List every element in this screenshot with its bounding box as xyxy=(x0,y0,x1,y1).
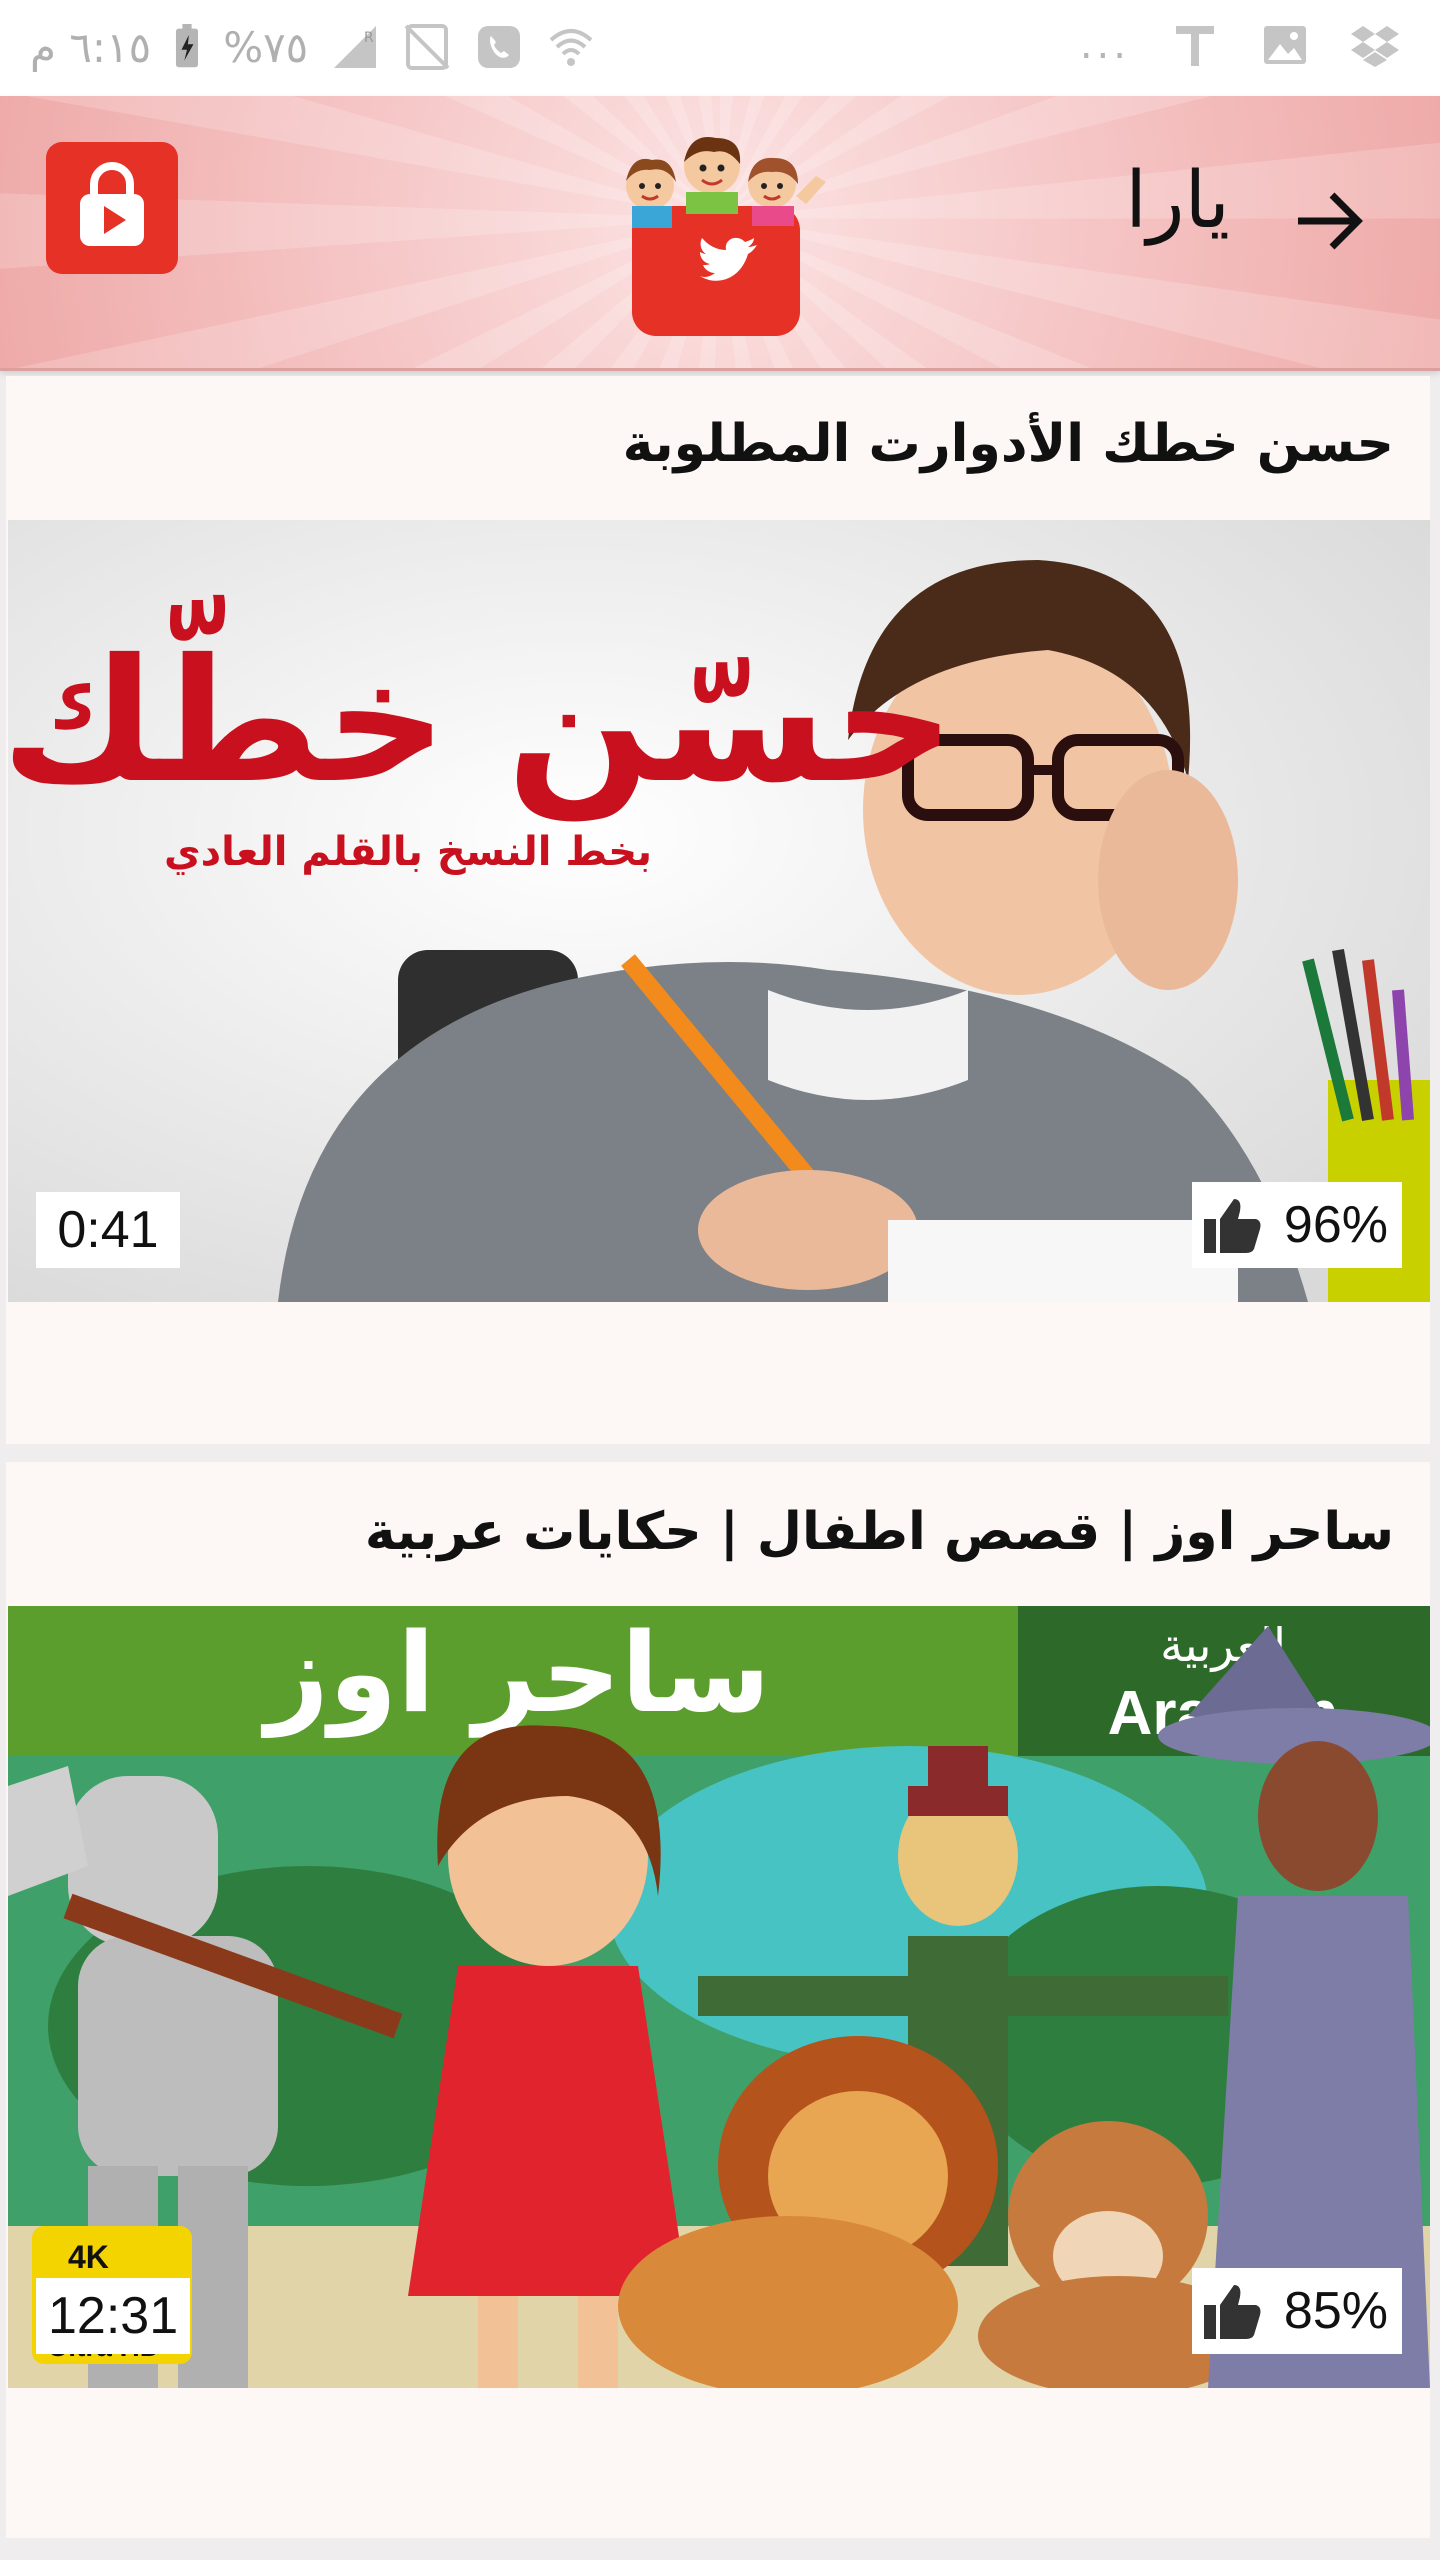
image-icon xyxy=(1264,26,1306,64)
rating-value: 96% xyxy=(1283,1196,1388,1254)
thumbnail-heading: حسّن خطّك xyxy=(8,595,955,822)
status-right: ... xyxy=(1080,20,1400,70)
video-rating: 96% xyxy=(1191,1182,1402,1268)
video-duration: 0:41 xyxy=(36,1192,180,1268)
no-sim-icon xyxy=(404,24,450,70)
video-title[interactable]: حسن خطك الأدوارت المطلوبة xyxy=(623,414,1394,474)
video-card[interactable]: حسن خطك الأدوارت المطلوبة حسّن خطّك بخط … xyxy=(6,376,1430,1444)
dropbox-icon xyxy=(1351,26,1399,67)
video-duration: 12:31 xyxy=(36,2278,191,2354)
video-rating: 85% xyxy=(1191,2268,1402,2354)
thumbnail-subheading: بخط النسخ بالقلم العادي xyxy=(164,829,652,875)
battery-percent: %٧٥ xyxy=(223,22,309,72)
back-button[interactable] xyxy=(1275,166,1385,276)
locked-play-button[interactable] xyxy=(46,142,178,274)
video-thumbnail[interactable]: ساحر اوز العربية Arabian xyxy=(8,1606,1430,2388)
thumbnail-heading: ساحر اوز xyxy=(261,1609,771,1738)
whatsapp-icon xyxy=(478,26,521,68)
video-card[interactable]: ساحر اوز | قصص اطفال | حكايات عربية ساحر… xyxy=(6,1462,1430,2538)
locked-play-icon xyxy=(80,162,144,246)
clock: ٦:١٥ م xyxy=(30,22,152,72)
video-thumbnail[interactable]: حسّن خطّك بخط النسخ بالقلم العادي 0:41 9… xyxy=(8,520,1430,1302)
page-title: يارا xyxy=(1125,156,1230,246)
text-icon xyxy=(1176,26,1214,66)
battery-charging-icon xyxy=(176,24,199,68)
status-left: ٦:١٥ م %٧٥ R xyxy=(30,22,596,72)
app-bar: يارا xyxy=(0,96,1440,371)
svg-text:R: R xyxy=(364,30,374,46)
video-title[interactable]: ساحر اوز | قصص اطفال | حكايات عربية xyxy=(365,1502,1394,1562)
thumbs-up-icon xyxy=(1203,2285,1261,2339)
arrow-right-icon xyxy=(1298,192,1363,250)
rating-value: 85% xyxy=(1283,2282,1388,2340)
kids-twitter-logo xyxy=(626,137,826,336)
status-bar: ٦:١٥ م %٧٥ R ... xyxy=(0,0,1440,96)
signal-icon: R xyxy=(334,26,377,68)
badge-4k: 4K xyxy=(68,2239,109,2275)
thumbs-up-icon xyxy=(1203,1199,1261,1253)
overflow-dots: ... xyxy=(1079,22,1130,68)
wifi-icon xyxy=(549,29,593,66)
